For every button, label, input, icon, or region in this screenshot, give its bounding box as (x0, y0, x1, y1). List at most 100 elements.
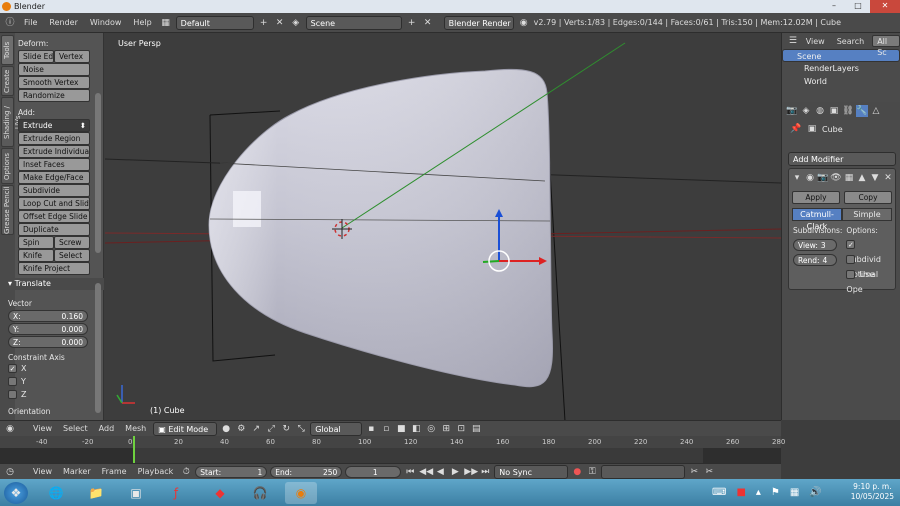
vertex-select-icon[interactable]: ▪ (365, 423, 377, 435)
remove-layout-icon[interactable]: ✕ (274, 17, 286, 29)
proportional-edit-icon[interactable]: ◎ (425, 423, 437, 435)
screw-button[interactable]: Screw (54, 236, 90, 249)
collapse-icon[interactable]: ▾ (791, 172, 803, 184)
outliner-menu-view[interactable]: View (802, 37, 829, 46)
subdivide-uvs-checkbox[interactable]: ✓Subdivid (846, 237, 891, 264)
info-editor-icon[interactable]: ⓘ (4, 17, 16, 29)
menu-render[interactable]: Render (45, 18, 81, 27)
menu-window[interactable]: Window (86, 18, 126, 27)
flash-icon[interactable]: ƒ (160, 482, 192, 504)
randomize-button[interactable]: Randomize (18, 89, 90, 102)
tab-tools[interactable]: Tools (1, 35, 14, 65)
pivot-point-icon[interactable]: ⚙ (235, 423, 247, 435)
headphones-icon[interactable]: 🎧 (244, 482, 276, 504)
manipulator-icon[interactable]: ↗ (250, 423, 262, 435)
constraint-x-checkbox[interactable]: ✓ X (8, 364, 88, 377)
tab-options[interactable]: Options (1, 148, 14, 184)
spin-button[interactable]: Spin (18, 236, 54, 249)
file-explorer-icon[interactable]: 📁 (80, 482, 112, 504)
knife-project-button[interactable]: Knife Project (18, 262, 90, 275)
snap-element-icon[interactable]: ⊡ (455, 423, 467, 435)
rotate-icon[interactable]: ↻ (280, 423, 292, 435)
editor-type-icon[interactable]: ◉ (4, 423, 16, 435)
viewport-shading-icon[interactable]: ● (220, 423, 232, 435)
antivirus-icon[interactable]: ■ (736, 487, 745, 498)
keying-set-icon[interactable]: ⚿ (586, 466, 598, 478)
outliner-item-renderlayers[interactable]: RenderLayers (782, 62, 900, 75)
duplicate-button[interactable]: Duplicate (18, 223, 90, 236)
constraint-y-checkbox[interactable]: Y (8, 377, 88, 390)
menu-mesh[interactable]: Mesh (121, 424, 150, 433)
vector-z-field[interactable]: Z: 0.000 (8, 336, 88, 348)
constraints-tab-icon[interactable]: ⛓ (842, 105, 854, 117)
jump-end-icon[interactable]: ⏭ (479, 466, 491, 478)
offset-edge-slide-button[interactable]: Offset Edge Slide (18, 210, 90, 223)
pin-icon[interactable]: 📌 (790, 123, 802, 135)
menu-view[interactable]: View (29, 424, 56, 433)
menu-add[interactable]: Add (95, 424, 119, 433)
keying-set-field[interactable] (601, 464, 686, 479)
tray-arrow-icon[interactable]: ▴ (756, 487, 761, 498)
editmode-toggle-icon[interactable]: ▦ (843, 172, 855, 184)
next-keyframe-icon[interactable]: ▶▶ (464, 466, 478, 478)
layout-selector[interactable]: Default (175, 15, 254, 30)
scene-selector[interactable]: Scene (305, 15, 402, 30)
tab-grease-pencil[interactable]: Grease Pencil (1, 185, 14, 235)
inset-faces-button[interactable]: Inset Faces (18, 158, 90, 171)
timeline[interactable]: -40 -20 0 20 40 60 80 100 120 140 160 180 200 220 240 2… (0, 436, 785, 463)
layout-grid-icon[interactable]: ▦ (160, 17, 172, 29)
scene-tab-icon[interactable]: ◈ (800, 105, 812, 117)
snap-icon[interactable]: ⊞ (440, 423, 452, 435)
modifiers-tab-icon[interactable]: 🔧 (856, 105, 868, 117)
catmull-clark-tab[interactable]: Catmull-Clark (792, 208, 842, 231)
minimize-button[interactable]: – (822, 0, 846, 13)
insert-keyframe-icon[interactable]: ✂ (688, 466, 700, 478)
preview-range-icon[interactable]: ⏱ (180, 466, 192, 478)
menu-file[interactable]: File (20, 18, 41, 27)
render-levels-field[interactable]: Rend: 4 (793, 254, 837, 266)
knife-select-button[interactable]: Select (54, 249, 90, 262)
operator-scrollbar[interactable] (95, 283, 101, 413)
blender-taskbar-icon[interactable]: ◉ (285, 482, 317, 504)
loop-cut-slide-button[interactable]: Loop Cut and Slide (18, 197, 90, 210)
extrude-region-button[interactable]: Extrude Region (18, 132, 90, 145)
add-modifier-dropdown[interactable]: Add Modifier (788, 152, 896, 166)
start-button-icon[interactable]: ❖ (4, 482, 28, 504)
play-reverse-icon[interactable]: ◀ (434, 466, 446, 478)
delete-keyframe-icon[interactable]: ✂ (703, 466, 715, 478)
use-opensubdiv-checkbox[interactable]: Use Ope (846, 267, 891, 294)
prev-keyframe-icon[interactable]: ◀◀ (419, 466, 433, 478)
constraint-z-checkbox[interactable]: Z (8, 390, 88, 403)
remove-scene-icon[interactable]: ✕ (422, 17, 434, 29)
scene-icon[interactable]: ◈ (290, 17, 302, 29)
face-select-icon[interactable]: ■ (395, 423, 407, 435)
end-frame-field[interactable]: End: 250 (270, 465, 343, 478)
y-gizmo-arrow[interactable] (482, 260, 500, 263)
translate-icon[interactable]: ⤢ (265, 423, 277, 435)
sync-mode-selector[interactable]: No Sync (494, 464, 569, 479)
move-down-icon[interactable]: ▼ (869, 172, 881, 184)
current-frame-indicator[interactable] (133, 436, 135, 463)
occlude-geometry-icon[interactable]: ◧ (410, 423, 422, 435)
maximize-button[interactable]: □ (846, 0, 870, 13)
outliner-item-world[interactable]: World (782, 75, 900, 88)
make-edge-face-button[interactable]: Make Edge/Face (18, 171, 90, 184)
view-levels-field[interactable]: View: 3 (793, 239, 837, 251)
system-clock[interactable]: 9:10 p. m. 10/05/2025 (851, 482, 894, 502)
data-tab-icon[interactable]: △ (870, 105, 882, 117)
vertex-slide-button[interactable]: Vertex (54, 50, 90, 63)
timeline-menu-view[interactable]: View (29, 467, 56, 476)
vector-y-field[interactable]: Y: 0.000 (8, 323, 88, 335)
extrude-individual-button[interactable]: Extrude Individual (18, 145, 90, 158)
outliner-menu-search[interactable]: Search (833, 37, 868, 46)
keyboard-icon[interactable]: ⌨ (712, 487, 726, 498)
move-up-icon[interactable]: ▲ (856, 172, 868, 184)
transform-orientation-selector[interactable]: Global (310, 421, 363, 436)
tab-shading-uvs[interactable]: Shading / UVs (1, 97, 22, 147)
tool-shelf-scrollbar[interactable] (95, 93, 101, 253)
outliner-display-mode[interactable]: All Sc (872, 35, 900, 57)
tab-create[interactable]: Create (1, 66, 14, 96)
edge-select-icon[interactable]: ▫ (380, 423, 392, 435)
extrude-menu-button[interactable]: Extrude ⬍ (18, 119, 90, 132)
render-toggle-icon[interactable]: 📷 (817, 172, 829, 184)
